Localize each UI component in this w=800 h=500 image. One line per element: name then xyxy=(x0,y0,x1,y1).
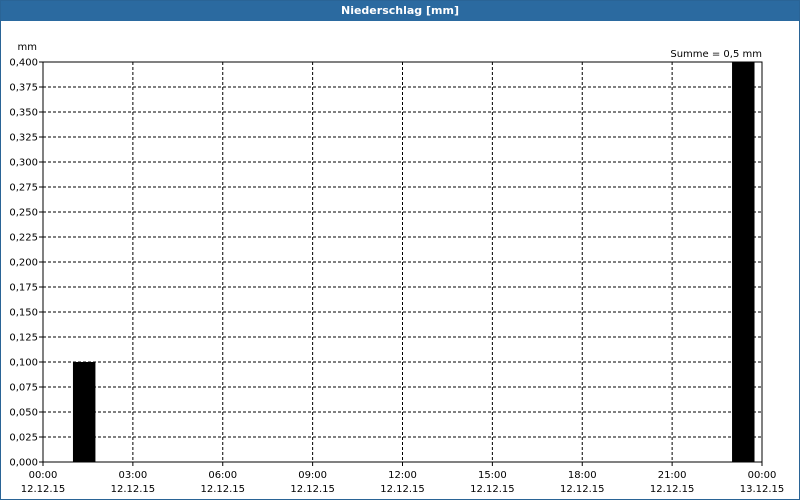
y-axis-unit-label: mm xyxy=(18,42,37,53)
precipitation-bar xyxy=(732,62,755,462)
y-tick-label: 0,400 xyxy=(9,58,38,69)
chart-window: Niederschlag [mm] 0,000 0,025 0,050 0,075 0,… xyxy=(0,0,800,500)
x-tick-date-label: 12.12.15 xyxy=(200,484,245,495)
x-tick-time-label: 15:00 xyxy=(478,470,507,481)
y-tick-label: 0,050 xyxy=(9,408,38,419)
x-tick-time-label: 03:00 xyxy=(118,470,147,481)
y-tick-label: 0,150 xyxy=(9,308,38,319)
y-tick-label: 0,250 xyxy=(9,208,38,219)
y-tick-label: 0,200 xyxy=(9,258,38,269)
x-tick-date-label: 12.12.15 xyxy=(560,484,605,495)
x-tick-time-label: 21:00 xyxy=(658,470,687,481)
x-tick-time-label: 00:00 xyxy=(29,470,58,481)
x-tick-time-label: 12:00 xyxy=(388,470,417,481)
precipitation-bar xyxy=(72,362,96,462)
y-tick-label: 0,275 xyxy=(9,183,38,194)
y-tick-label: 0,175 xyxy=(9,283,38,294)
x-tick-date-label: 13.12.15 xyxy=(740,484,785,495)
y-tick-label: 0,350 xyxy=(9,108,38,119)
y-tick-label: 0,125 xyxy=(9,333,38,344)
y-tick-label: 0,000 xyxy=(9,458,38,469)
window-title: Niederschlag [mm] xyxy=(1,1,799,21)
y-tick-label: 0,100 xyxy=(9,358,38,369)
y-tick-label: 0,075 xyxy=(9,383,38,394)
x-tick-date-label: 12.12.15 xyxy=(21,484,66,495)
sum-annotation: Summe = 0,5 mm xyxy=(670,49,762,60)
y-tick-label: 0,300 xyxy=(9,158,38,169)
y-tick-label: 0,375 xyxy=(9,83,38,94)
y-tick-label: 0,225 xyxy=(9,233,38,244)
x-tick-date-label: 12.12.15 xyxy=(111,484,156,495)
x-tick-date-label: 12.12.15 xyxy=(470,484,515,495)
x-tick-time-label: 18:00 xyxy=(568,470,597,481)
x-tick-time-label: 00:00 xyxy=(748,470,777,481)
x-tick-time-label: 06:00 xyxy=(208,470,237,481)
y-tick-label: 0,325 xyxy=(9,133,38,144)
x-tick-date-label: 12.12.15 xyxy=(650,484,695,495)
precipitation-chart: 0,000 0,025 0,050 0,075 0,100 0,125 0,150 0,175… xyxy=(9,42,785,495)
x-tick-date-label: 12.12.15 xyxy=(380,484,425,495)
x-tick-time-label: 09:00 xyxy=(298,470,327,481)
x-tick-date-label: 12.12.15 xyxy=(290,484,335,495)
y-tick-label: 0,025 xyxy=(9,433,38,444)
